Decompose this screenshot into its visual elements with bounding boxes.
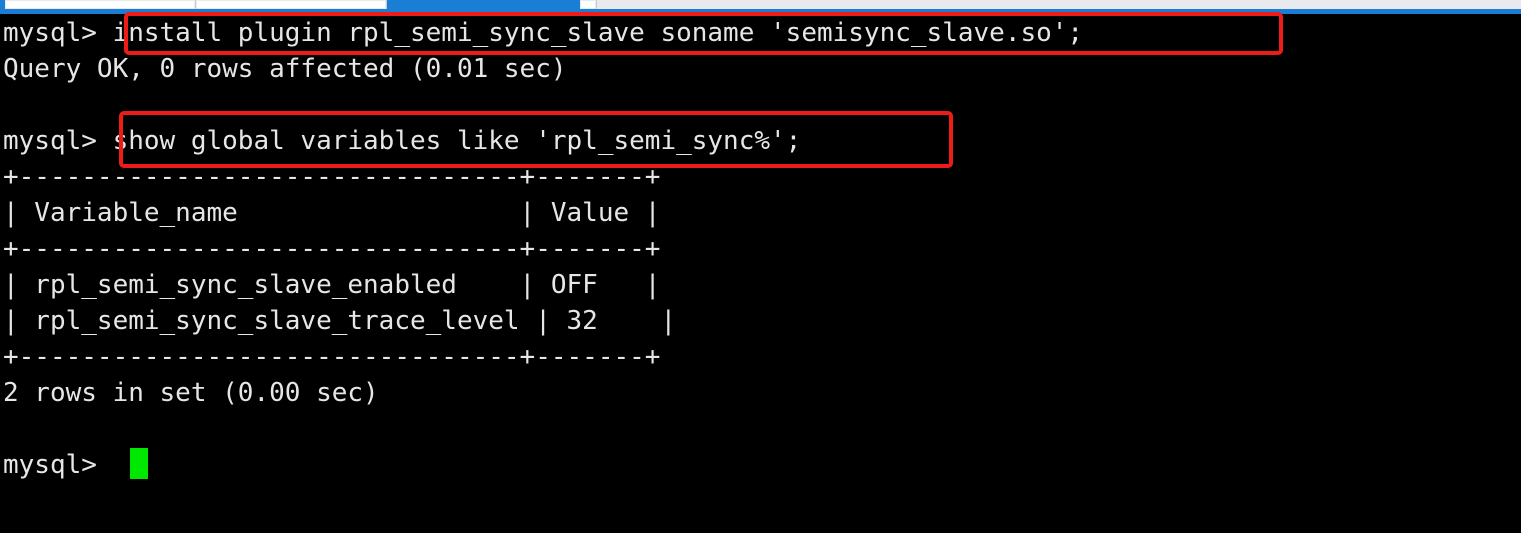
terminal-output[interactable]: mysql> install plugin rpl_semi_sync_slav… — [0, 14, 1521, 533]
browser-tab-4-label — [581, 1, 595, 8]
browser-tab-strip — [0, 0, 1521, 11]
terminal-line-active-prompt: mysql> — [3, 450, 113, 480]
terminal-line-table-row-trace-level: | rpl_semi_sync_slave_trace_level | 32 | — [3, 306, 677, 336]
terminal-line-table-rule-top: +--------------------------------+------… — [3, 162, 661, 192]
browser-tab-3-label — [388, 1, 578, 8]
terminal-line-install-plugin: mysql> install plugin rpl_semi_sync_slav… — [3, 18, 1084, 48]
browser-tab-1[interactable] — [5, 0, 196, 9]
terminal-line-show-variables: mysql> show global variables like 'rpl_s… — [3, 126, 802, 156]
terminal-line-table-rule-bottom: +--------------------------------+------… — [3, 342, 661, 372]
browser-tab-4[interactable] — [580, 0, 597, 9]
terminal-line-table-row-enabled: | rpl_semi_sync_slave_enabled | OFF | — [3, 270, 661, 300]
browser-tab-2-label — [197, 1, 385, 8]
browser-tab-3-active[interactable] — [387, 0, 579, 9]
terminal-window: mysql> install plugin rpl_semi_sync_slav… — [0, 0, 1521, 533]
browser-tab-overflow-label — [598, 1, 1520, 8]
terminal-line-query-ok: Query OK, 0 rows affected (0.01 sec) — [3, 54, 567, 84]
terminal-line-table-rule-mid: +--------------------------------+------… — [3, 234, 661, 264]
browser-tab-overflow[interactable] — [597, 0, 1521, 9]
browser-tab-1-label — [6, 1, 194, 8]
terminal-line-rows-in-set: 2 rows in set (0.00 sec) — [3, 378, 379, 408]
terminal-line-table-header: | Variable_name | Value | — [3, 198, 661, 228]
browser-tab-2[interactable] — [196, 0, 387, 9]
terminal-cursor — [130, 448, 148, 479]
